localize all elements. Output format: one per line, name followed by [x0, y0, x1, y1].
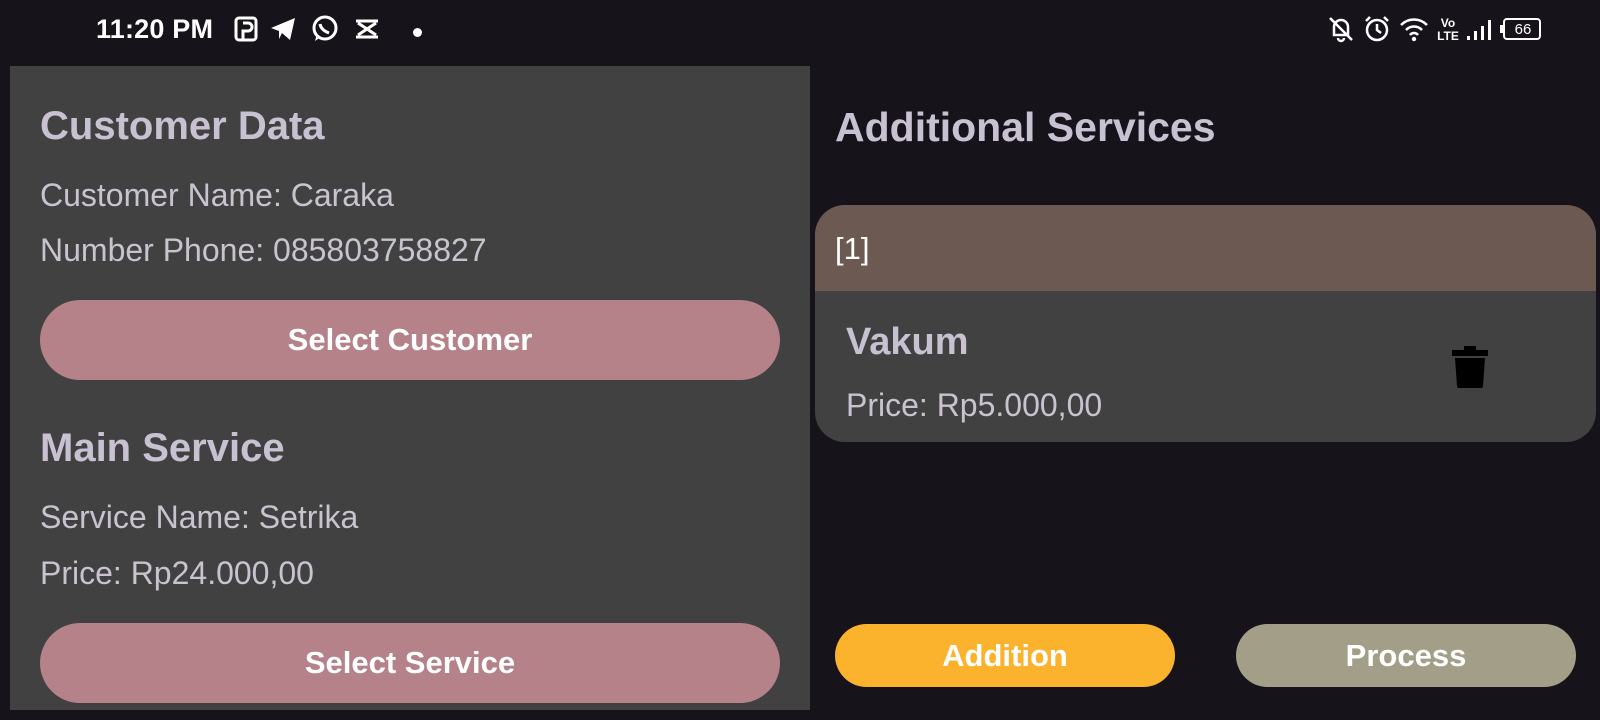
service-price-text: Price: Rp24.000,00 [40, 555, 314, 591]
additional-services-title: Additional Services [835, 104, 1216, 150]
status-bar: 11:20 PM Vo LTE 66 [0, 0, 1600, 64]
main-service-title: Main Service [40, 426, 285, 470]
battery-level: 66 [1514, 20, 1532, 38]
select-customer-button[interactable]: Select Customer [40, 300, 780, 380]
select-service-button[interactable]: Select Service [40, 623, 780, 703]
volte-bottom-text: LTE [1437, 29, 1459, 43]
card-index: [1] [835, 231, 870, 266]
customer-data-title: Customer Data [40, 104, 325, 148]
left-panel: Customer Data Customer Name: Caraka Numb… [10, 66, 810, 710]
process-button[interactable]: Process [1236, 624, 1576, 687]
dot-icon [413, 28, 422, 37]
card-header: [1] [815, 205, 1596, 291]
addition-button[interactable]: Addition [835, 624, 1175, 687]
telegram-icon [268, 14, 298, 44]
capcut-icon [352, 14, 382, 44]
additional-service-price: Price: Rp5.000,00 [846, 387, 1103, 423]
customer-phone-text: Number Phone: 085803758827 [40, 232, 487, 268]
battery-icon: 66 [1499, 16, 1543, 42]
whatsapp-icon [310, 14, 340, 44]
additional-service-card: [1] Vakum Price: Rp5.000,00 [815, 205, 1596, 442]
service-name-text: Service Name: Setrika [40, 499, 359, 535]
status-time: 11:20 PM [96, 14, 214, 44]
volte-icon: Vo LTE [1434, 14, 1462, 46]
wifi-icon [1398, 14, 1430, 44]
customer-name-text: Customer Name: Caraka [40, 177, 394, 213]
bell-off-icon [1327, 14, 1355, 44]
alarm-icon [1362, 14, 1392, 44]
trash-icon[interactable] [1451, 346, 1489, 393]
additional-service-name: Vakum [846, 321, 969, 363]
pinterest-icon [233, 14, 259, 44]
signal-icon [1464, 14, 1494, 44]
